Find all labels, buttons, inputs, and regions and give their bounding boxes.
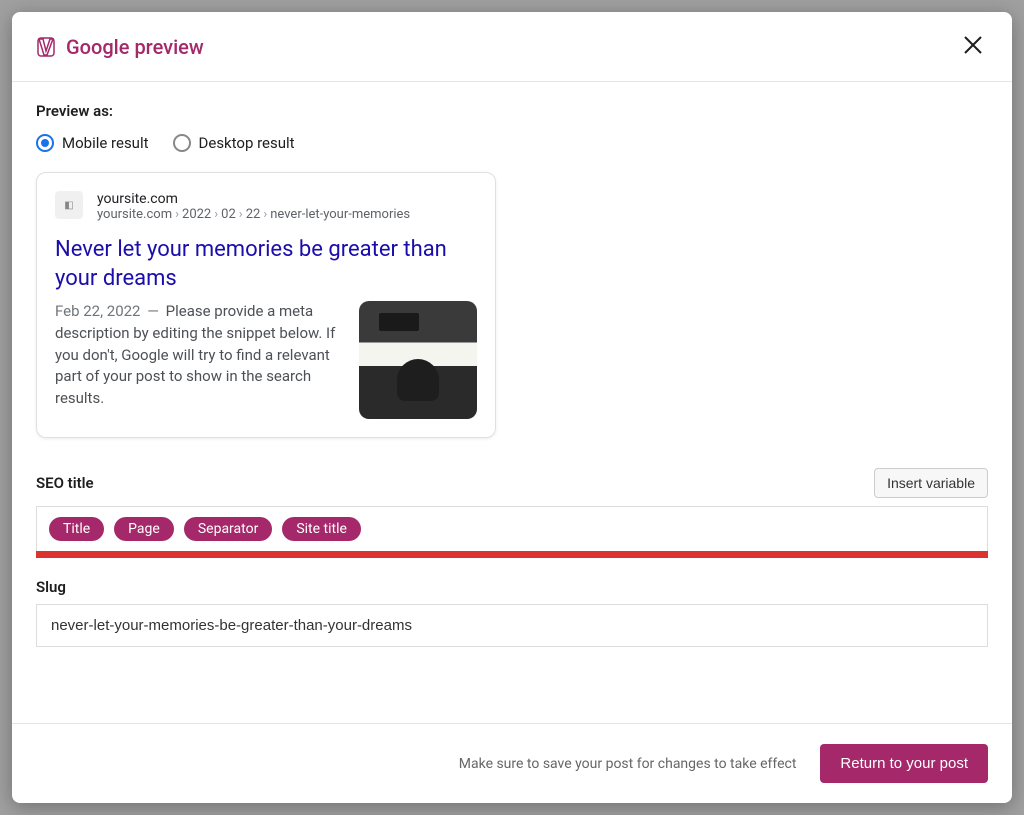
modal-title: Google preview: [66, 35, 204, 59]
preview-title: Never let your memories be greater than …: [55, 236, 477, 293]
variable-pill-title[interactable]: Title: [49, 517, 104, 541]
preview-mode-group: Mobile result Desktop result: [36, 134, 988, 152]
seo-title-input[interactable]: Title Page Separator Site title: [36, 506, 988, 552]
snippet-preview-card[interactable]: ◧ yoursite.com yoursite.com›2022›02›22›n…: [36, 172, 496, 438]
breadcrumb-slug: never-let-your-memories: [270, 207, 410, 222]
modal-header: Google preview: [12, 12, 1012, 82]
site-info: yoursite.com yoursite.com›2022›02›22›nev…: [97, 191, 410, 222]
slug-input[interactable]: [36, 604, 988, 647]
desktop-label: Desktop result: [199, 134, 295, 152]
seo-title-label: SEO title: [36, 474, 94, 492]
variable-pill-sitetitle[interactable]: Site title: [282, 517, 361, 541]
variable-pill-separator[interactable]: Separator: [184, 517, 272, 541]
breadcrumb-day: 22: [246, 207, 261, 222]
preview-content: Feb 22, 2022 ― Please provide a meta des…: [55, 301, 477, 419]
modal-body: Preview as: Mobile result Desktop result…: [12, 82, 1012, 723]
footer-hint: Make sure to save your post for changes …: [459, 756, 797, 772]
mobile-label: Mobile result: [62, 134, 149, 152]
favicon-icon: ◧: [55, 191, 83, 219]
variable-pill-page[interactable]: Page: [114, 517, 174, 541]
mobile-result-radio[interactable]: Mobile result: [36, 134, 149, 152]
slug-label: Slug: [36, 578, 66, 596]
breadcrumb: yoursite.com›2022›02›22›never-let-your-m…: [97, 207, 410, 222]
yoast-icon: [36, 37, 56, 57]
header-left: Google preview: [36, 35, 204, 59]
preview-thumbnail-image: [359, 301, 477, 419]
site-name: yoursite.com: [97, 191, 410, 207]
slug-row: Slug: [36, 578, 988, 596]
modal-footer: Make sure to save your post for changes …: [12, 723, 1012, 803]
seo-title-row: SEO title Insert variable: [36, 468, 988, 498]
breadcrumb-month: 02: [221, 207, 236, 222]
preview-description: Feb 22, 2022 ― Please provide a meta des…: [55, 301, 343, 410]
close-icon: [962, 34, 984, 59]
preview-date: Feb 22, 2022: [55, 302, 141, 320]
breadcrumb-domain: yoursite.com: [97, 207, 172, 222]
close-button[interactable]: [958, 30, 988, 63]
preview-header: ◧ yoursite.com yoursite.com›2022›02›22›n…: [55, 191, 477, 222]
seo-title-progress-bar: [36, 551, 988, 558]
radio-icon-unselected: [173, 134, 191, 152]
insert-variable-button[interactable]: Insert variable: [874, 468, 988, 498]
breadcrumb-year: 2022: [182, 207, 211, 222]
radio-icon-selected: [36, 134, 54, 152]
google-preview-modal: Google preview Preview as: Mobile result…: [12, 12, 1012, 803]
desktop-result-radio[interactable]: Desktop result: [173, 134, 295, 152]
preview-as-label: Preview as:: [36, 102, 988, 120]
return-to-post-button[interactable]: Return to your post: [820, 744, 988, 783]
